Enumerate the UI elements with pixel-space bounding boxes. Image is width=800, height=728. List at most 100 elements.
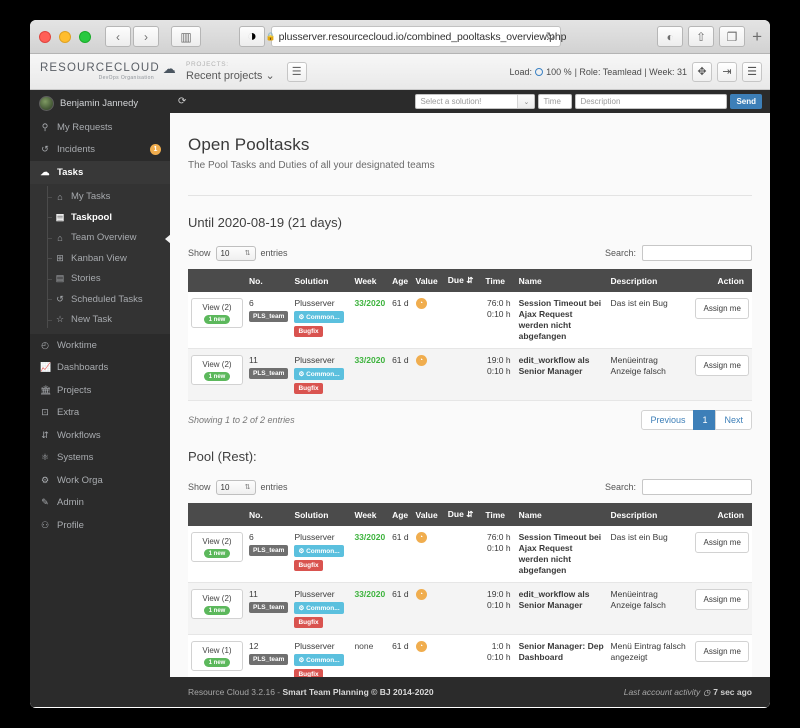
privacy-shield-icon[interactable]: ◐	[657, 26, 684, 47]
table-row[interactable]: View (2) 1 new 11 PLS_team Plusserver ⚙ …	[188, 582, 752, 635]
page-1-button[interactable]: 1	[693, 410, 717, 430]
show-label: Show	[188, 248, 211, 258]
team-tag: PLS_team	[249, 545, 289, 556]
table-row[interactable]: View (2) 1 new 6 PLS_team Plusserver ⚙ C…	[188, 526, 752, 583]
refresh-icon[interactable]: ⟳	[178, 96, 186, 107]
sidebar-item-stories[interactable]: ▤ Stories	[30, 269, 170, 290]
url-bar[interactable]: 🔒 plusserver.resourcecloud.io/combined_p…	[266, 26, 566, 47]
team-tag: PLS_team	[249, 368, 289, 379]
col-header-solution[interactable]: Solution	[291, 503, 352, 526]
col-header-description[interactable]: Description	[607, 269, 693, 292]
assign-me-button[interactable]: Assign me	[695, 355, 749, 376]
col-header-value[interactable]: Value	[412, 503, 445, 526]
col-header-due[interactable]: Due ⇵	[444, 503, 483, 526]
col-header-week[interactable]: Week	[351, 269, 390, 292]
window-controls[interactable]	[39, 30, 91, 43]
previous-page-button[interactable]: Previous	[641, 410, 695, 430]
col-header-age[interactable]: Age	[389, 503, 413, 526]
col-header-solution[interactable]: Solution	[291, 269, 352, 292]
assign-me-button[interactable]: Assign me	[695, 641, 749, 662]
view-button[interactable]: View (2) 1 new	[191, 589, 243, 619]
col-header-name[interactable]: Name	[515, 269, 608, 292]
sidebar-item-incidents[interactable]: ↺ Incidents 1	[30, 139, 170, 162]
entries-value: 10	[220, 248, 230, 258]
assign-me-button[interactable]: Assign me	[695, 589, 749, 610]
col-header-view[interactable]	[188, 503, 246, 526]
sidebar-item-admin[interactable]: ✎ Admin	[30, 492, 170, 515]
solution-select[interactable]: Select a solution! ⌄	[415, 94, 536, 109]
assign-me-button[interactable]: Assign me	[695, 532, 749, 553]
table-row[interactable]: View (2) 1 new 11 PLS_team Plusserver ⚙ …	[188, 348, 752, 401]
close-window-button[interactable]	[39, 30, 51, 43]
col-header-age[interactable]: Age	[389, 269, 413, 292]
tabs-overview-icon[interactable]: ❐	[719, 26, 746, 47]
back-icon[interactable]: ‹	[105, 26, 131, 47]
forward-icon[interactable]: ›	[133, 26, 159, 47]
sidebar-item-workflows[interactable]: ⇵ Workflows	[30, 424, 170, 447]
minimize-window-button[interactable]	[59, 30, 71, 43]
assign-me-button[interactable]: Assign me	[695, 298, 749, 319]
col-header-due-label: Due	[447, 509, 464, 519]
sidebar-item-systems[interactable]: ⚛ Systems	[30, 447, 170, 470]
sidebar-item-new-task[interactable]: ☆ New Task	[30, 310, 170, 331]
col-header-week[interactable]: Week	[351, 503, 390, 526]
projects-selector[interactable]: PROJECTS: Recent projects ⌄	[186, 61, 275, 82]
share-icon[interactable]: ⇧	[688, 26, 715, 47]
col-header-description[interactable]: Description	[607, 503, 693, 526]
bugfix-tag: Bugfix	[294, 326, 323, 337]
col-header-value[interactable]: Value	[412, 269, 445, 292]
view-button-label: View (2)	[202, 537, 232, 546]
navigation-buttons[interactable]: ‹ ›	[105, 26, 159, 47]
search-input[interactable]	[642, 245, 752, 261]
view-button[interactable]: View (2) 1 new	[191, 532, 243, 562]
projects-value[interactable]: Recent projects ⌄	[186, 69, 275, 82]
time-input[interactable]: Time	[538, 94, 573, 109]
sidebar-item-taskpool[interactable]: ▤ Taskpool	[30, 207, 170, 228]
col-header-no[interactable]: No.	[246, 269, 292, 292]
sidebar-item-dashboards[interactable]: 📈 Dashboards	[30, 357, 170, 380]
sidebar-item-team-overview[interactable]: ⌂ Team Overview	[30, 228, 170, 249]
logout-icon[interactable]: ⇥	[717, 61, 737, 82]
reload-icon[interactable]: ↻	[546, 30, 555, 43]
maximize-window-button[interactable]	[79, 30, 91, 43]
view-button[interactable]: View (2) 1 new	[191, 355, 243, 385]
send-button[interactable]: Send	[730, 94, 762, 109]
sidebar-item-profile[interactable]: ⚇ Profile	[30, 514, 170, 537]
sidebar-item-worktime[interactable]: ◴ Worktime	[30, 334, 170, 357]
app-logo[interactable]: RESOURCECLOUD ☁ DevOps Organisation	[30, 62, 176, 81]
pagination-1[interactable]: Previous 1 Next	[641, 410, 752, 430]
sidebar-item-my-requests[interactable]: ⚲ My Requests	[30, 116, 170, 139]
new-tab-icon[interactable]: +	[752, 27, 762, 47]
col-header-action[interactable]: Action	[692, 503, 752, 526]
move-icon[interactable]: ✥	[692, 61, 712, 82]
entries-select[interactable]: 10 ⇅	[215, 245, 256, 261]
col-header-view[interactable]	[188, 269, 246, 292]
sidebar-item-extra[interactable]: ⊡ Extra	[30, 402, 170, 425]
cell-name: edit_workflow als Senior Manager	[515, 348, 608, 401]
col-header-time[interactable]: Time	[482, 269, 516, 292]
sidebar-toggle-icon[interactable]: ▥	[171, 26, 201, 47]
description-input[interactable]: Description	[575, 94, 728, 109]
search-input[interactable]	[642, 479, 752, 495]
sidebar-item-tasks[interactable]: ☁ Tasks	[30, 161, 170, 184]
col-header-action[interactable]: Action	[692, 269, 752, 292]
col-header-no[interactable]: No.	[246, 503, 292, 526]
quick-entry-fields: Select a solution! ⌄ Time Description Se…	[415, 94, 762, 109]
col-header-time[interactable]: Time	[482, 503, 516, 526]
entries-select[interactable]: 10 ⇅	[215, 479, 256, 495]
table-row[interactable]: View (2) 1 new 6 PLS_team Plusserver ⚙ C…	[188, 292, 752, 349]
view-button[interactable]: View (2) 1 new	[191, 298, 243, 328]
sidebar-item-projects[interactable]: 🏛 Projects	[30, 379, 170, 402]
projects-list-icon[interactable]: ☰	[286, 61, 307, 82]
col-header-due[interactable]: Due ⇵	[444, 269, 483, 292]
sidebar-item-scheduled-tasks[interactable]: ↺ Scheduled Tasks	[30, 289, 170, 310]
col-header-name[interactable]: Name	[515, 503, 608, 526]
hamburger-menu-icon[interactable]: ☰	[742, 61, 762, 82]
sidebar-item-work-orga[interactable]: ⚙ Work Orga	[30, 469, 170, 492]
view-button[interactable]: View (1) 1 new	[191, 641, 243, 671]
next-page-button[interactable]: Next	[715, 410, 752, 430]
sidebar-item-my-tasks[interactable]: ⌂ My Tasks	[30, 187, 170, 208]
user-profile-row[interactable]: Benjamin Jannedy	[30, 90, 170, 116]
sidebar-item-kanban-view[interactable]: ⊞ Kanban View	[30, 248, 170, 269]
reader-view-icon[interactable]: ◑	[239, 26, 265, 47]
